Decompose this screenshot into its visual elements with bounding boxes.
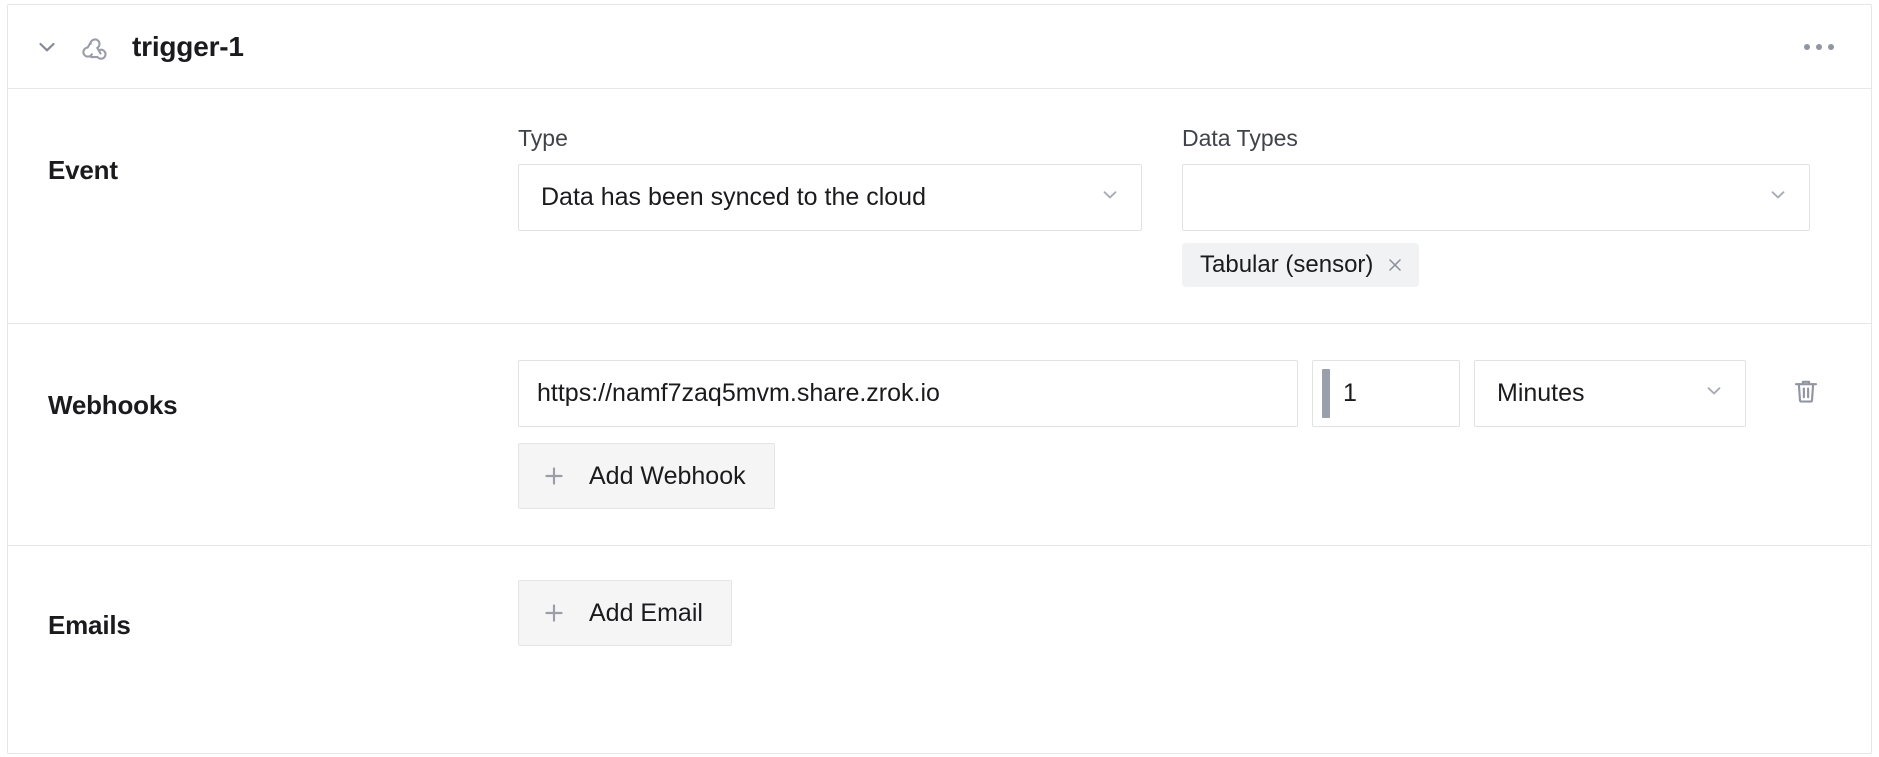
collapse-toggle-button[interactable] — [30, 30, 64, 64]
event-type-select[interactable]: Data has been synced to the cloud — [518, 164, 1142, 231]
add-email-label: Add Email — [589, 598, 703, 627]
event-section-body: Type Data has been synced to the cloud D… — [518, 125, 1847, 287]
webhook-icon — [78, 30, 112, 64]
ellipsis-dot — [1828, 43, 1834, 50]
chevron-down-icon — [35, 35, 59, 59]
trigger-header: trigger-1 — [8, 5, 1871, 89]
trigger-title: trigger-1 — [132, 30, 244, 62]
webhook-url-input[interactable] — [518, 360, 1298, 427]
event-data-types-field: Data Types Tabular (sensor) — [1182, 125, 1810, 287]
plus-icon — [541, 463, 567, 489]
emails-section-body: Add Email — [518, 580, 1847, 646]
close-icon[interactable] — [1385, 255, 1405, 275]
chevron-down-icon — [1099, 183, 1121, 212]
webhooks-section-label: Webhooks — [48, 390, 178, 420]
data-type-chip-list: Tabular (sensor) — [1182, 243, 1810, 287]
event-data-types-select[interactable] — [1182, 164, 1810, 231]
trigger-card: trigger-1 Event Type Data has been synce… — [7, 4, 1872, 754]
event-type-label: Type — [518, 125, 568, 151]
webhook-interval-unit-value: Minutes — [1497, 379, 1585, 407]
chevron-down-icon — [1703, 379, 1725, 408]
chevron-down-icon — [1767, 183, 1789, 212]
event-fields-grid: Type Data has been synced to the cloud D… — [518, 125, 1847, 287]
plus-icon — [541, 600, 567, 626]
ellipsis-dot — [1804, 43, 1810, 50]
add-webhook-label: Add Webhook — [589, 461, 746, 490]
trigger-options-menu-button[interactable] — [1797, 27, 1841, 67]
trash-icon — [1791, 376, 1821, 411]
event-section-label: Event — [48, 155, 118, 185]
add-email-button[interactable]: Add Email — [518, 580, 732, 646]
event-data-types-label: Data Types — [1182, 125, 1298, 151]
webhooks-section-body: Minutes — [518, 360, 1847, 509]
webhook-row: Minutes — [518, 360, 1847, 427]
webhooks-section: Webhooks Minutes — [8, 324, 1871, 546]
emails-section-label: Emails — [48, 610, 131, 640]
event-section: Event Type Data has been synced to the c… — [8, 89, 1871, 324]
webhook-interval-wrapper — [1312, 360, 1460, 427]
data-type-chip-label: Tabular (sensor) — [1200, 251, 1374, 278]
emails-section: Emails Add Email — [8, 546, 1871, 682]
text-cursor-indicator — [1322, 369, 1330, 418]
event-type-value: Data has been synced to the cloud — [541, 183, 926, 211]
ellipsis-dot — [1816, 43, 1822, 50]
add-webhook-button[interactable]: Add Webhook — [518, 443, 775, 509]
delete-webhook-button[interactable] — [1776, 364, 1836, 424]
webhook-interval-unit-select[interactable]: Minutes — [1474, 360, 1746, 427]
data-type-chip: Tabular (sensor) — [1182, 243, 1420, 287]
event-type-field: Type Data has been synced to the cloud — [518, 125, 1142, 287]
webhook-interval-input[interactable] — [1312, 360, 1460, 427]
